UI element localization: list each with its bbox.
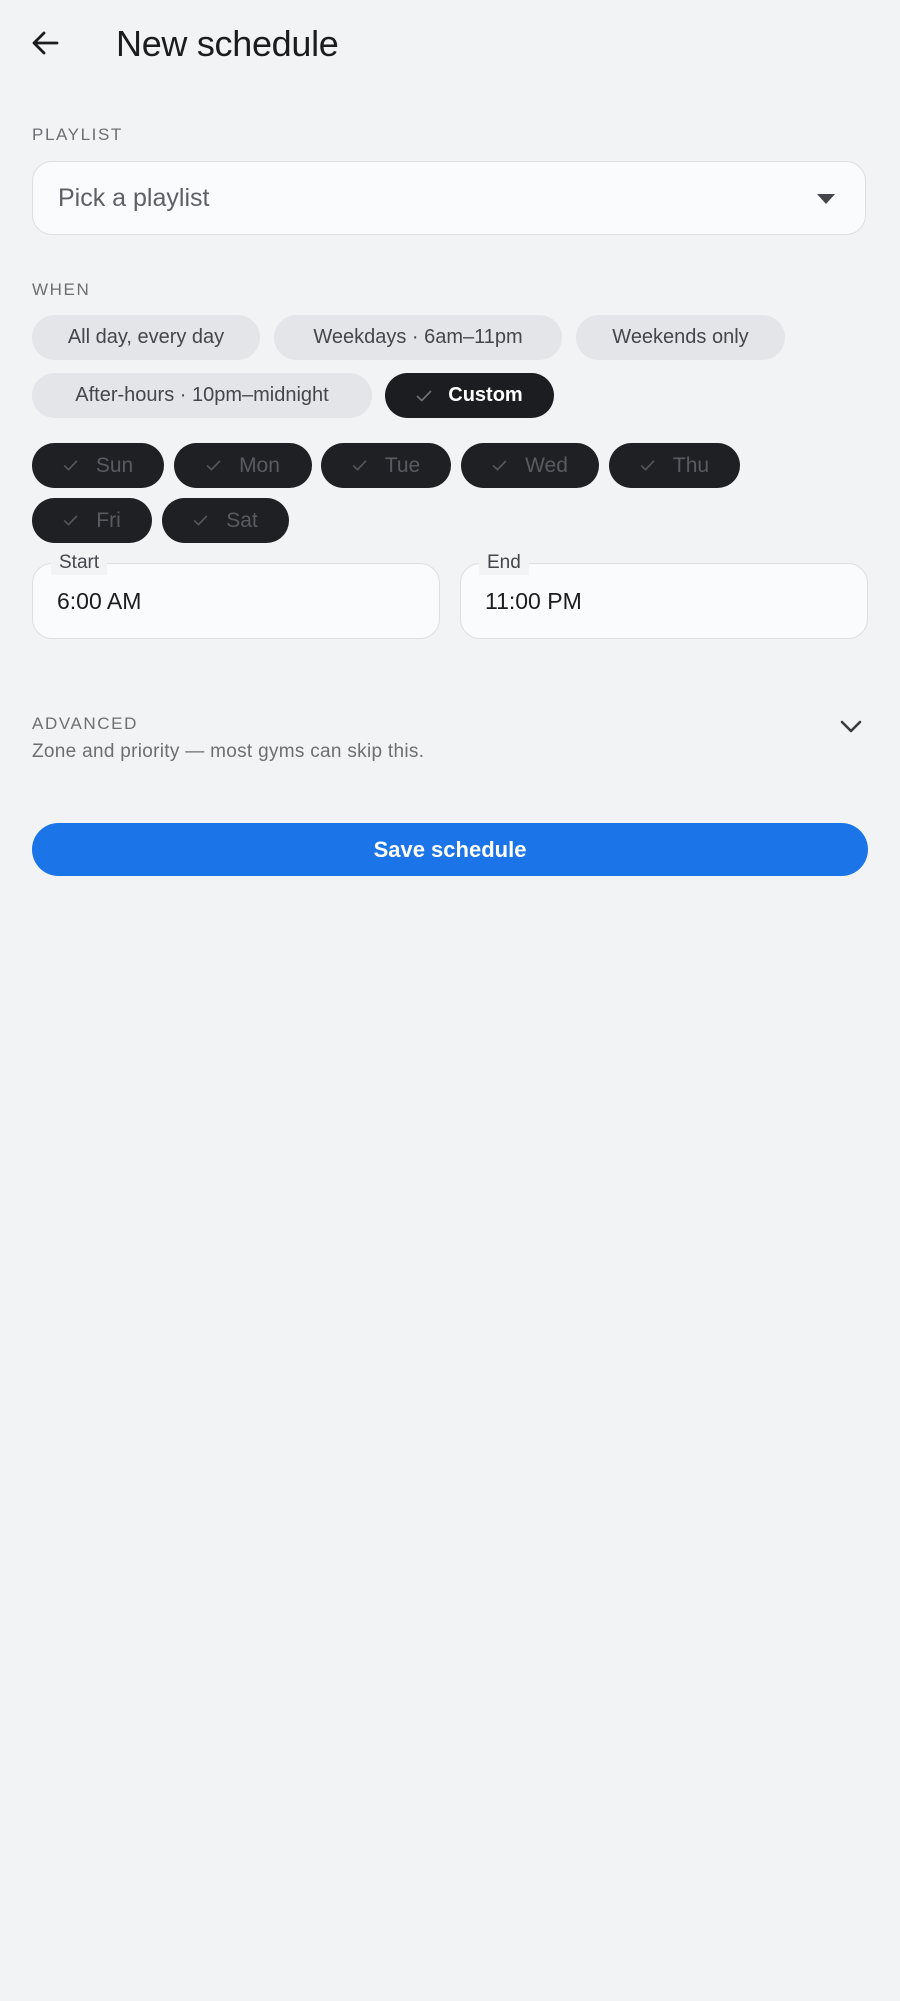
day-chip-fri[interactable]: Fri bbox=[32, 498, 152, 543]
check-icon bbox=[640, 460, 655, 471]
day-chip-wed[interactable]: Wed bbox=[461, 443, 599, 488]
end-time-value: 11:00 PM bbox=[485, 588, 582, 614]
check-icon bbox=[352, 460, 367, 471]
back-button[interactable] bbox=[18, 18, 72, 72]
preset-chip-after-hours[interactable]: After-hours · 10pm–midnight bbox=[32, 373, 372, 418]
day-chip-thu[interactable]: Thu bbox=[609, 443, 740, 488]
end-time-label: End bbox=[479, 551, 529, 575]
chip-label: Weekends only bbox=[612, 326, 749, 348]
caret-down-icon bbox=[817, 194, 835, 204]
playlist-select[interactable]: Pick a playlist bbox=[32, 161, 866, 235]
advanced-subtitle: Zone and priority — most gyms can skip t… bbox=[32, 741, 425, 762]
day-chip-tue[interactable]: Tue bbox=[321, 443, 451, 488]
day-chip-label: Fri bbox=[96, 508, 121, 532]
chevron-down-icon bbox=[840, 720, 862, 739]
check-icon bbox=[63, 515, 78, 526]
check-icon bbox=[492, 460, 507, 471]
chip-label: Custom bbox=[448, 384, 523, 406]
preset-chip-weekends[interactable]: Weekends only bbox=[576, 315, 785, 360]
page-title: New schedule bbox=[116, 23, 339, 64]
end-time-field[interactable]: End 11:00 PM bbox=[460, 551, 868, 639]
app-bar: New schedule bbox=[0, 0, 900, 88]
start-time-field[interactable]: Start 6:00 AM bbox=[32, 551, 440, 639]
day-chip-label: Wed bbox=[525, 453, 568, 477]
arrow-left-icon bbox=[30, 28, 60, 63]
preset-chip-custom[interactable]: Custom bbox=[385, 373, 554, 418]
advanced-title: ADVANCED bbox=[32, 714, 139, 733]
start-time-label: Start bbox=[51, 551, 108, 575]
day-chip-sat[interactable]: Sat bbox=[162, 498, 289, 543]
advanced-section-toggle[interactable]: ADVANCED Zone and priority — most gyms c… bbox=[0, 700, 900, 780]
check-icon bbox=[416, 390, 432, 402]
save-schedule-button[interactable]: Save schedule bbox=[32, 823, 868, 876]
start-time-value: 6:00 AM bbox=[57, 588, 142, 614]
save-schedule-label: Save schedule bbox=[373, 836, 527, 862]
preset-chip-all-day[interactable]: All day, every day bbox=[32, 315, 260, 360]
day-chip-label: Thu bbox=[672, 453, 710, 477]
check-icon bbox=[193, 515, 208, 526]
preset-chip-weekdays[interactable]: Weekdays · 6am–11pm bbox=[274, 315, 562, 360]
playlist-select-placeholder: Pick a playlist bbox=[58, 184, 210, 212]
day-chip-label: Mon bbox=[239, 453, 280, 477]
day-chip-label: Sat bbox=[226, 508, 258, 532]
day-chip-sun[interactable]: Sun bbox=[32, 443, 164, 488]
chip-label: After-hours · 10pm–midnight bbox=[75, 384, 329, 406]
check-icon bbox=[63, 460, 78, 471]
chip-label: All day, every day bbox=[67, 326, 225, 348]
chip-label: Weekdays · 6am–11pm bbox=[313, 326, 523, 348]
day-chip-label: Sun bbox=[95, 453, 134, 477]
day-chip-label: Tue bbox=[384, 453, 421, 477]
check-icon bbox=[206, 460, 221, 471]
day-chip-mon[interactable]: Mon bbox=[174, 443, 312, 488]
playlist-section-label: PLAYLIST bbox=[32, 125, 123, 144]
when-section-label: WHEN bbox=[32, 280, 91, 299]
